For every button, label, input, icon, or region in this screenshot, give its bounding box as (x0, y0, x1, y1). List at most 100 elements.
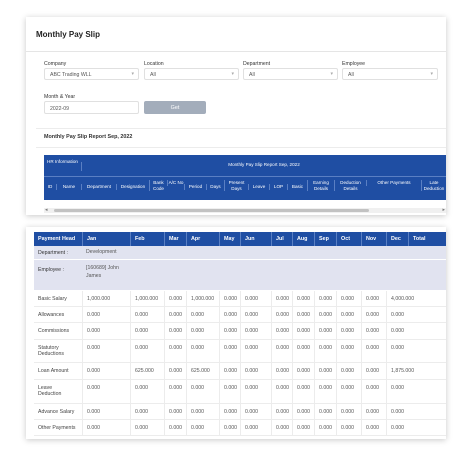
employee-group-row: Employee : [160689] John James (34, 260, 446, 290)
payment-head-line: Allowances (38, 312, 65, 318)
amount-cell: 0.000 (219, 291, 240, 306)
amount-cell: 0.000 (386, 404, 408, 419)
amount-cell: 0.000 (186, 380, 219, 403)
amount-cell: 0.000 (336, 340, 361, 362)
amount-cell: 0.000 (164, 404, 186, 419)
department-group-row: Department : Development (34, 246, 446, 259)
scroll-left-icon[interactable]: ◂ (45, 207, 48, 213)
amount-cell: 0.000 (271, 404, 292, 419)
col-jun: Jun (240, 232, 271, 246)
employee-value: All (348, 72, 354, 78)
amount-cell: 0.000 (82, 307, 130, 322)
month-year-label: Month & Year (44, 94, 76, 100)
amount-cell: 0.000 (361, 420, 386, 435)
employee-select[interactable]: All ▾ (342, 68, 438, 80)
amount-cell: 0.000 (361, 404, 386, 419)
amount-cell: 0.000 (186, 420, 219, 435)
amount-cell: 625.000 (130, 363, 164, 379)
col-dec: Dec (386, 232, 408, 246)
amount-cell: 0.000 (219, 363, 240, 379)
amount-cell: 0.000 (361, 340, 386, 362)
table-row: Other Payments 0.000 0.000 0.000 0.000 0.000 0… (34, 420, 446, 436)
amount-cell: 1,000.000 (82, 291, 130, 306)
amount-cell: 0.000 (314, 380, 336, 403)
col-oct: Oct (336, 232, 361, 246)
payment-head-line: Deduction (38, 391, 62, 398)
amount-cell: 0.000 (292, 307, 314, 322)
amount-cell: 0.000 (82, 340, 130, 362)
col-deduction-details: Deduction Details (334, 180, 366, 192)
amount-cell: 625.000 (186, 363, 219, 379)
chevron-down-icon: ▾ (330, 71, 333, 77)
col-id: ID (47, 184, 53, 189)
amount-cell: 0.000 (336, 323, 361, 339)
col-name: Name (56, 184, 81, 190)
employee-group-value-line2: James (86, 273, 102, 279)
col-total: Total (408, 232, 446, 246)
amount-cell: 0.000 (314, 340, 336, 362)
payment-head-line: Other Payments (38, 425, 76, 431)
amount-cell: 0.000 (82, 380, 130, 403)
department-label: Department (243, 61, 271, 67)
amount-cell: 0.000 (292, 291, 314, 306)
payment-breakdown-card: Payment Head Jan Feb Mar Apr May Jun Jul… (26, 227, 446, 439)
amount-cell: 0.000 (240, 291, 271, 306)
amount-cell: 0.000 (240, 404, 271, 419)
scrollbar-thumb[interactable] (54, 209, 369, 212)
col-feb: Feb (130, 232, 164, 246)
payment-head-cell: Statutory Deductions (34, 340, 64, 358)
amount-cell: 0.000 (186, 323, 219, 339)
amount-cell: 0.000 (314, 363, 336, 379)
filter-card: Monthly Pay Slip Company ABC Trading WLL… (26, 17, 446, 215)
payment-head-line: Deductions (38, 351, 64, 358)
amount-cell: 0.000 (271, 363, 292, 379)
amount-cell: 1,000.000 (130, 291, 164, 306)
report-table-header: HR Information Monthly Pay Slip Report S… (44, 155, 446, 200)
col-lop: LOP (269, 184, 287, 190)
page-title: Monthly Pay Slip (36, 30, 101, 39)
amount-cell: 0.000 (82, 420, 130, 435)
amount-cell: 0.000 (336, 420, 361, 435)
amount-cell: 1,875.000 (386, 363, 414, 379)
chevron-down-icon: ▾ (131, 71, 134, 77)
payment-head-cell: Leave Deduction (34, 380, 61, 398)
location-label: Location (144, 61, 164, 67)
amount-cell: 0.000 (130, 404, 164, 419)
amount-cell: 0.000 (271, 291, 292, 306)
amount-cell: 0.000 (271, 340, 292, 362)
col-may: May (219, 232, 240, 246)
payment-head-line: Basic Salary (38, 296, 67, 302)
department-select[interactable]: All ▾ (243, 68, 338, 80)
divider (36, 147, 446, 148)
amount-cell: 0.000 (164, 307, 186, 322)
amount-cell: 0.000 (240, 420, 271, 435)
amount-cell: 0.000 (336, 363, 361, 379)
chevron-down-icon: ▾ (430, 71, 433, 77)
scroll-right-icon[interactable]: ▸ (442, 207, 445, 213)
col-period: Period (184, 184, 206, 190)
col-sep: Sep (314, 232, 336, 246)
amount-cell: 0.000 (314, 404, 336, 419)
horizontal-scrollbar[interactable]: ◂ ▸ (44, 207, 446, 213)
amount-cell: 0.000 (361, 363, 386, 379)
payment-head-cell: Allowances (34, 307, 64, 318)
col-earning-details: Earning Details (307, 180, 334, 192)
employee-group-label: Employee : (38, 267, 64, 273)
amount-cell: 0.000 (130, 340, 164, 362)
col-ac-no: A/C No (167, 180, 184, 186)
amount-cell: 0.000 (219, 323, 240, 339)
amount-cell: 0.000 (386, 420, 408, 435)
payment-head-line: Loan Amount (38, 368, 69, 374)
amount-cell: 0.000 (186, 404, 219, 419)
get-button[interactable]: Get (144, 101, 206, 114)
month-year-input[interactable]: 2022-09 (44, 101, 139, 114)
amount-cell: 0.000 (292, 340, 314, 362)
payment-head-line: Commissions (38, 328, 70, 334)
company-select[interactable]: ABC Trading WLL ▾ (44, 68, 139, 80)
amount-cell: 0.000 (240, 340, 271, 362)
location-select[interactable]: All ▾ (144, 68, 239, 80)
amount-cell: 0.000 (361, 307, 386, 322)
department-group-label: Department : (38, 250, 68, 256)
amount-cell: 0.000 (336, 404, 361, 419)
amount-cell: 0.000 (292, 363, 314, 379)
